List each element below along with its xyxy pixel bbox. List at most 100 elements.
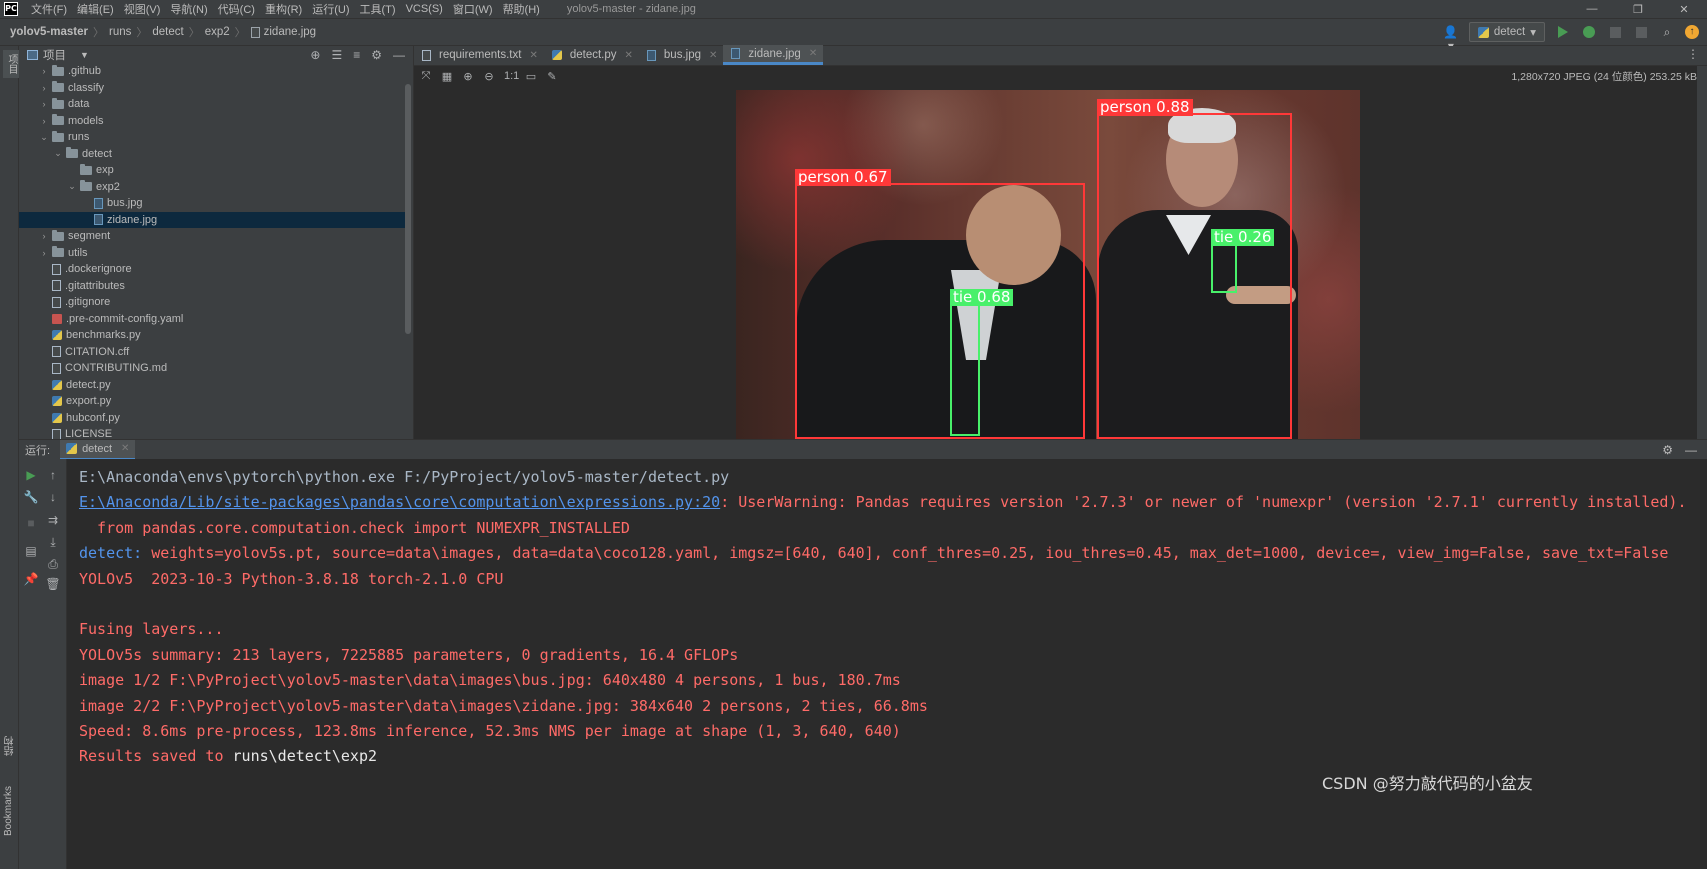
- tree-item[interactable]: ›bus.jpg: [19, 195, 407, 212]
- project-scrollbar[interactable]: [405, 84, 411, 334]
- chevron-down-icon[interactable]: ⌄: [39, 132, 49, 143]
- print-icon[interactable]: ⎙: [45, 556, 61, 572]
- structure-tool-button[interactable]: 结构: [3, 736, 18, 756]
- zoom-out-icon[interactable]: ⊖: [483, 70, 495, 83]
- gear-icon[interactable]: ⚙: [1662, 443, 1673, 457]
- close-window-button[interactable]: ✕: [1661, 3, 1707, 16]
- tree-item[interactable]: ›CONTRIBUTING.md: [19, 360, 407, 377]
- breadcrumb-project[interactable]: yolov5-master: [10, 26, 88, 38]
- menu-code[interactable]: 代码(C): [213, 1, 260, 17]
- tree-item[interactable]: › data: [19, 96, 407, 113]
- breadcrumb-file[interactable]: zidane.jpg: [250, 26, 316, 38]
- editor-tab[interactable]: zidane.jpg ✕: [723, 45, 824, 65]
- locate-file-icon[interactable]: ⊕: [310, 48, 320, 62]
- tree-item[interactable]: › segment: [19, 228, 407, 245]
- tree-item[interactable]: ›export.py: [19, 393, 407, 410]
- console-link[interactable]: E:\Anaconda/Lib/site-packages\pandas\cor…: [79, 493, 720, 511]
- run-tab-detect[interactable]: detect ✕: [60, 439, 136, 460]
- menu-file[interactable]: 文件(F): [26, 1, 72, 17]
- user-icon[interactable]: 👤▾: [1443, 25, 1459, 53]
- chevron-right-icon[interactable]: ›: [39, 83, 49, 93]
- collapse-all-icon[interactable]: ≡: [353, 48, 360, 62]
- tree-item[interactable]: › .github: [19, 63, 407, 80]
- tree-item[interactable]: ⌄ exp2: [19, 179, 407, 196]
- close-icon[interactable]: ✕: [709, 50, 717, 61]
- chevron-right-icon[interactable]: ›: [39, 231, 49, 241]
- update-icon[interactable]: ↑: [1685, 25, 1699, 39]
- run-console[interactable]: E:\Anaconda\envs\pytorch\python.exe F:/P…: [67, 459, 1707, 869]
- editor-tab[interactable]: requirements.txt ✕: [414, 45, 544, 65]
- tree-item[interactable]: ›.gitattributes: [19, 278, 407, 295]
- stop-button[interactable]: [1633, 24, 1649, 40]
- run-config-select[interactable]: detect ▾: [1468, 22, 1545, 42]
- breadcrumb-detect[interactable]: detect: [152, 26, 183, 38]
- debug-button[interactable]: [1581, 24, 1597, 40]
- breadcrumb-exp2[interactable]: exp2: [205, 26, 230, 38]
- scroll-up-icon[interactable]: ↑: [45, 467, 61, 483]
- pin-icon[interactable]: 📌: [23, 571, 39, 587]
- grid-icon[interactable]: ▦: [441, 70, 453, 83]
- minimize-button[interactable]: —: [1569, 3, 1615, 16]
- project-panel-title[interactable]: 项目: [43, 47, 66, 63]
- menu-tools[interactable]: 工具(T): [355, 1, 401, 17]
- tree-item[interactable]: ›LICENSE: [19, 426, 407, 439]
- layout-icon[interactable]: ▤: [23, 543, 39, 559]
- zoom-in-icon[interactable]: ⊕: [462, 70, 474, 83]
- menu-run[interactable]: 运行(U): [307, 1, 354, 17]
- more-tabs-icon[interactable]: ⋮: [1687, 47, 1707, 65]
- chevron-right-icon[interactable]: ›: [39, 99, 49, 109]
- expand-all-icon[interactable]: ☰: [331, 48, 342, 62]
- hide-panel-icon[interactable]: —: [393, 48, 405, 62]
- tree-item[interactable]: ›.dockerignore: [19, 261, 407, 278]
- menu-help[interactable]: 帮助(H): [498, 1, 545, 17]
- tree-item[interactable]: ›exp: [19, 162, 407, 179]
- tree-item[interactable]: ›.pre-commit-config.yaml: [19, 311, 407, 328]
- trash-icon[interactable]: 🗑: [45, 576, 61, 592]
- search-button[interactable]: ⌕: [1659, 24, 1675, 40]
- menu-refactor[interactable]: 重构(R): [260, 1, 307, 17]
- scroll-down-icon[interactable]: ↓: [45, 489, 61, 505]
- close-icon[interactable]: ✕: [625, 50, 633, 61]
- restore-button[interactable]: ❐: [1615, 3, 1661, 16]
- chevron-down-icon[interactable]: ▼: [80, 50, 89, 60]
- tree-item[interactable]: ›zidane.jpg: [19, 211, 407, 228]
- chevron-down-icon[interactable]: ⌄: [67, 181, 77, 192]
- tree-item[interactable]: ›detect.py: [19, 377, 407, 394]
- close-icon[interactable]: ✕: [121, 443, 129, 454]
- breadcrumb-runs[interactable]: runs: [109, 26, 131, 38]
- tree-item[interactable]: ⌄ runs: [19, 129, 407, 146]
- chevron-down-icon[interactable]: ⌄: [53, 148, 63, 159]
- chevron-right-icon[interactable]: ›: [39, 248, 49, 258]
- color-picker-icon[interactable]: ✎: [546, 70, 558, 83]
- editor-tab[interactable]: bus.jpg ✕: [639, 45, 723, 65]
- coverage-button[interactable]: [1607, 24, 1623, 40]
- close-icon[interactable]: ✕: [809, 48, 817, 59]
- close-icon[interactable]: ✕: [529, 50, 537, 61]
- stop-icon[interactable]: ■: [23, 515, 39, 531]
- fit-screen-icon[interactable]: ⤧: [420, 70, 432, 83]
- actual-size-icon[interactable]: 1:1: [504, 70, 519, 82]
- editor-tab[interactable]: detect.py ✕: [544, 45, 639, 65]
- hide-panel-icon[interactable]: —: [1685, 443, 1697, 457]
- background-icon[interactable]: ▭: [525, 70, 537, 83]
- tree-item[interactable]: › classify: [19, 80, 407, 97]
- scroll-to-end-icon[interactable]: ⤓: [45, 534, 61, 550]
- menu-edit[interactable]: 编辑(E): [72, 1, 119, 17]
- tree-item[interactable]: ›.gitignore: [19, 294, 407, 311]
- menu-navigate[interactable]: 导航(N): [165, 1, 212, 17]
- rerun-icon[interactable]: ▶: [23, 467, 39, 483]
- tree-item[interactable]: ›hubconf.py: [19, 410, 407, 427]
- tree-item[interactable]: › models: [19, 113, 407, 130]
- chevron-right-icon[interactable]: ›: [39, 66, 49, 76]
- tree-item[interactable]: ›CITATION.cff: [19, 344, 407, 361]
- run-button[interactable]: [1555, 24, 1571, 40]
- tree-item[interactable]: ›benchmarks.py: [19, 327, 407, 344]
- project-tool-button[interactable]: 项目: [3, 50, 20, 78]
- chevron-right-icon[interactable]: ›: [39, 116, 49, 126]
- tree-item[interactable]: › utils: [19, 245, 407, 262]
- wrench-icon[interactable]: 🔧: [23, 489, 39, 505]
- gear-icon[interactable]: ⚙: [371, 48, 382, 62]
- soft-wrap-icon[interactable]: ⇉: [45, 512, 61, 528]
- tree-item[interactable]: ⌄ detect: [19, 146, 407, 163]
- menu-window[interactable]: 窗口(W): [448, 1, 498, 17]
